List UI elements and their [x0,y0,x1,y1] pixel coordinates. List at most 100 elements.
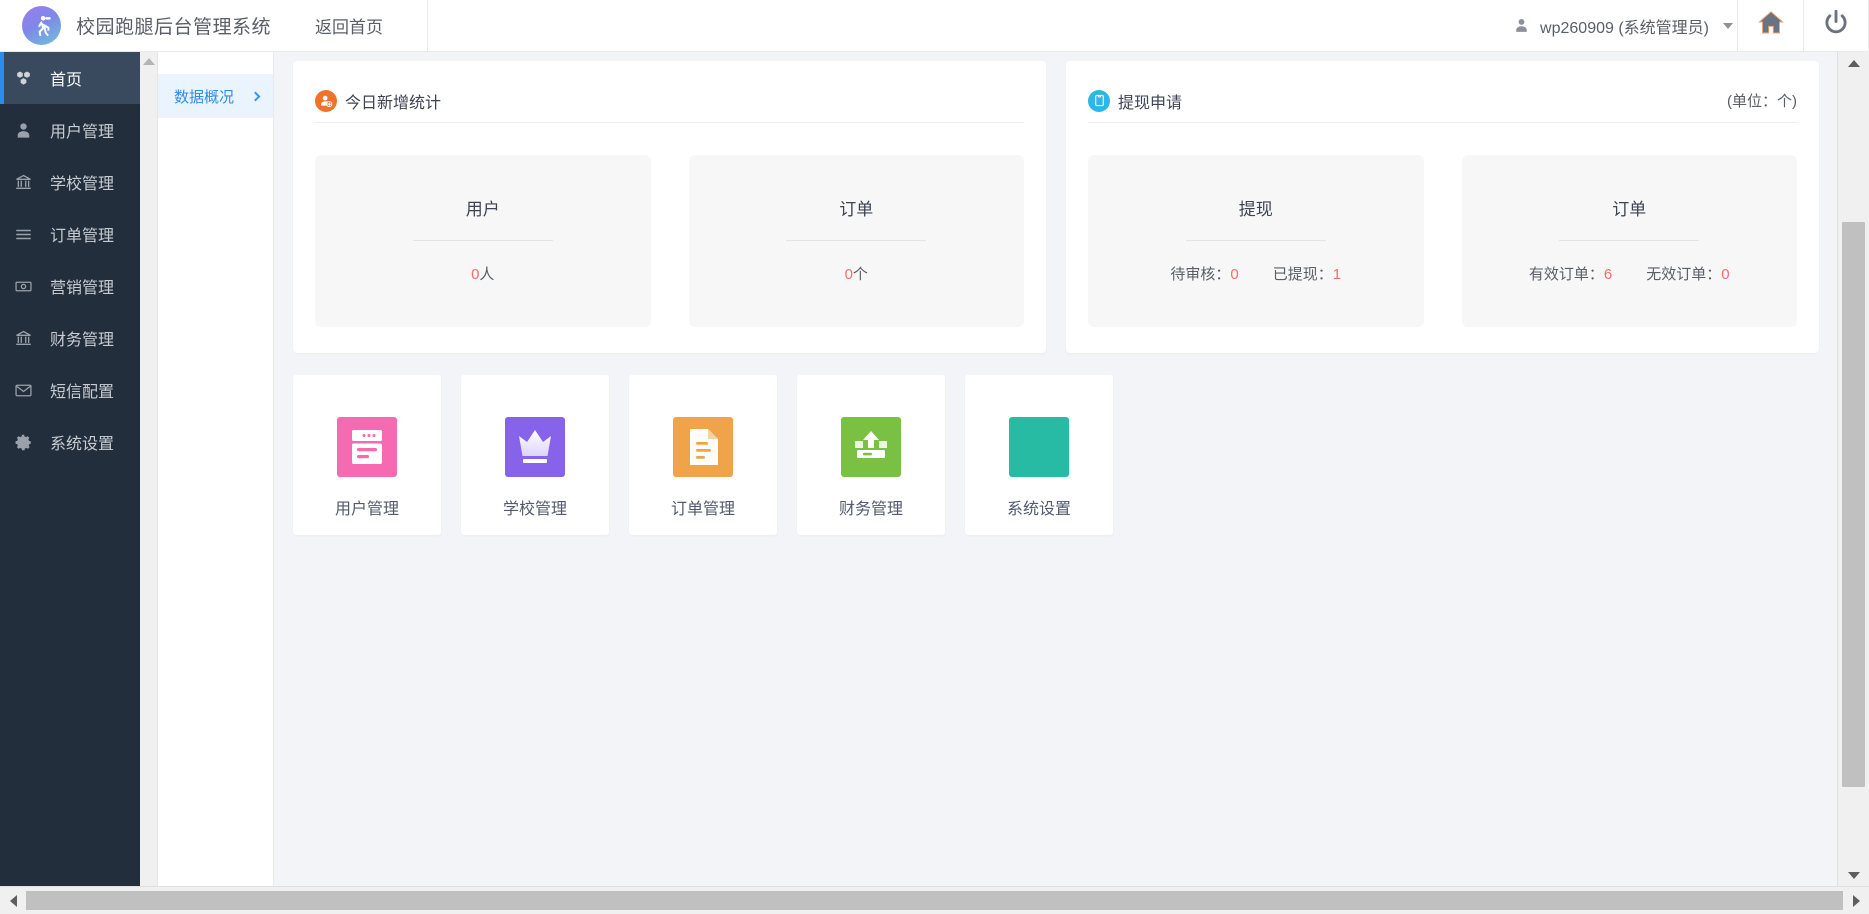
stat-box-values: 待审核：0 已提现：1 [1170,263,1341,284]
logout-button[interactable] [1803,0,1869,52]
shortcut-tile-1[interactable]: 学校管理 [461,375,609,535]
scroll-down-button[interactable] [1838,864,1869,886]
home-button[interactable] [1737,0,1803,52]
sidebar-item-0[interactable]: 首页 [0,52,140,104]
scroll-up-arrow-icon [1847,59,1860,67]
sidebar-item-label: 用户管理 [50,124,115,141]
panel-1: 提现申请 (单位：个) 提现 待审核：0 已提现：1 订单 有效订单：6 无效订单：0 [1066,61,1819,353]
stat-box-rule [1559,240,1700,241]
scroll-down-arrow-icon [1847,871,1860,879]
stat-value: 0 [844,266,853,283]
sidebar-item-label: 首页 [50,72,83,89]
stat-value: 0 [1721,266,1730,283]
stat-value: 1 [1332,266,1342,283]
stat-box-rule [786,240,927,241]
scroll-right-arrow-icon [1852,894,1860,907]
sidebar-item-label: 短信配置 [50,384,115,401]
subnav-item-0[interactable]: 数据概况 [158,74,273,118]
brand-title: 校园跑腿后台管理系统 [76,17,272,38]
sidebar-item-5[interactable]: 财务管理 [0,312,140,364]
scroll-up-button[interactable] [1838,52,1869,74]
shortcut-tile-4[interactable]: 系统设置 [965,375,1113,535]
stat-entry: 0人 [471,263,494,284]
sidebar-item-6[interactable]: 短信配置 [0,364,140,416]
stat-box-rule [412,240,553,241]
panel-header: 今日新增统计 [315,81,1024,123]
subnav-collapse-rail[interactable] [140,52,158,886]
stat-value: 6 [1603,266,1613,283]
sidebar-item-label: 订单管理 [50,228,115,245]
stat-box-title: 订单 [1612,200,1647,219]
stat-entry: 有效订单：6 [1529,263,1612,284]
sidebar-item-label: 系统设置 [50,436,115,453]
sidebar-item-2[interactable]: 学校管理 [0,156,140,208]
power-icon [1821,8,1851,43]
main-content: 今日平台总收入￥0.00寄送订单￥0.00取件订单￥0.00食堂超市订单￥0.0… [275,52,1837,886]
shortcut-tile-label: 用户管理 [334,501,399,518]
shortcut-tile-label: 系统设置 [1006,501,1071,518]
user-name-label: wp260909 (系统管理员) [1540,19,1709,37]
panel-title: 今日新增统计 [345,94,442,112]
sidebar-item-4[interactable]: 营销管理 [0,260,140,312]
panel-unit: (单位：个) [1727,93,1797,110]
gear-icon [1009,417,1069,477]
sidebar-item-3[interactable]: 订单管理 [0,208,140,260]
crown-icon [505,417,565,477]
stat-entry: 已提现：1 [1273,263,1341,284]
user-menu[interactable]: wp260909 (系统管理员) [1513,14,1737,38]
horizontal-scrollbar[interactable] [0,886,1869,914]
stat-box-title: 用户 [465,200,500,219]
sidebar-item-label: 财务管理 [50,332,115,349]
shortcut-tiles: 用户管理 学校管理 订单管理 财务管理 系统设置 [275,353,1837,535]
bank-icon [14,173,44,192]
gear-icon [14,433,44,452]
stat-label: 已提现： [1272,266,1333,283]
chevron-down-icon [1723,22,1733,29]
header-divider [427,0,429,52]
scroll-left-arrow-icon [9,894,17,907]
back-to-home-link[interactable]: 返回首页 [315,13,383,38]
scroll-right-button[interactable] [1843,887,1869,914]
stat-label: 无效订单： [1646,266,1722,283]
vertical-scrollbar[interactable] [1837,52,1869,886]
stat-value: 0 [1230,266,1239,283]
stat-label: 待审核： [1170,266,1231,283]
stat-box: 用户 0人 [315,155,651,327]
top-header: 校园跑腿后台管理系统 返回首页 wp260909 (系统管理员) [0,0,1869,52]
chevron-right-icon [250,91,261,101]
stat-suffix: 个 [852,266,868,283]
stat-box-values: 0人 [471,263,494,284]
chevron-up-icon [142,58,155,65]
shortcut-tile-label: 学校管理 [502,501,567,518]
user-add-badge-icon [315,89,337,112]
stat-suffix: 人 [479,266,495,283]
user-card-icon [337,417,397,477]
stat-box-values: 有效订单：6 无效订单：0 [1529,263,1730,284]
sidebar-item-1[interactable]: 用户管理 [0,104,140,156]
brand[interactable]: 校园跑腿后台管理系统 [0,6,271,45]
stat-box: 订单有效订单：6 无效订单：0 [1461,155,1797,327]
subnav-panel: 数据概况 [158,52,274,886]
panel-0: 今日新增统计 用户 0人 订单 0个 [293,61,1046,353]
shortcut-tile-0[interactable]: 用户管理 [293,375,441,535]
vertical-scroll-thumb[interactable] [1842,222,1865,787]
shortcut-tile-label: 财务管理 [838,501,903,518]
user-icon [1513,17,1530,34]
stat-box-rule [1185,240,1326,241]
stat-box-title: 提现 [1238,200,1273,219]
order-doc-icon [673,417,733,477]
banknote-icon [14,277,44,296]
stat-box: 订单 0个 [688,155,1024,327]
sidebar-item-label: 学校管理 [50,176,115,193]
scroll-left-button[interactable] [0,887,26,914]
shortcut-tile-2[interactable]: 订单管理 [629,375,777,535]
horizontal-scroll-thumb[interactable] [26,891,1843,910]
shortcut-tile-3[interactable]: 财务管理 [797,375,945,535]
list-icon [14,225,44,244]
app-root: 校园跑腿后台管理系统 返回首页 wp260909 (系统管理员) 首页 用户管理… [0,0,1869,914]
subnav-item-label: 数据概况 [174,88,235,106]
sidebar-item-7[interactable]: 系统设置 [0,416,140,468]
upload-card-icon [841,417,901,477]
cubes-icon [14,69,44,88]
user-icon [14,121,44,140]
